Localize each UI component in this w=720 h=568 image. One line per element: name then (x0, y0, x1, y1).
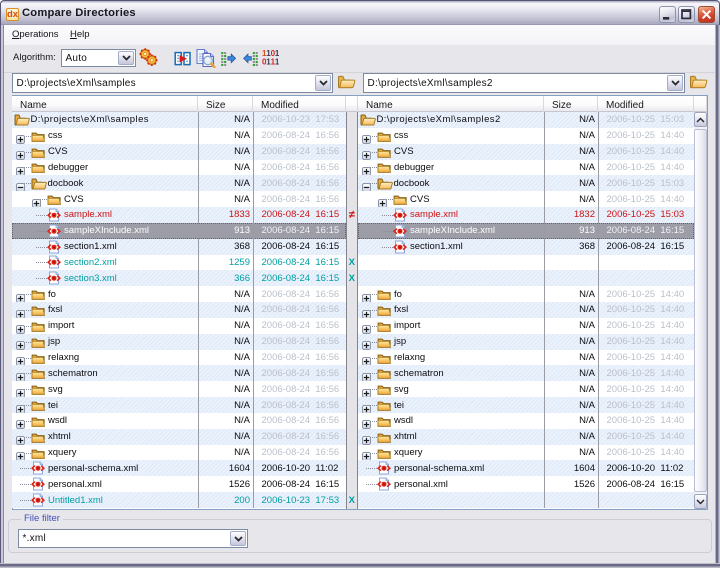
svg-text:1: 1 (275, 58, 279, 66)
